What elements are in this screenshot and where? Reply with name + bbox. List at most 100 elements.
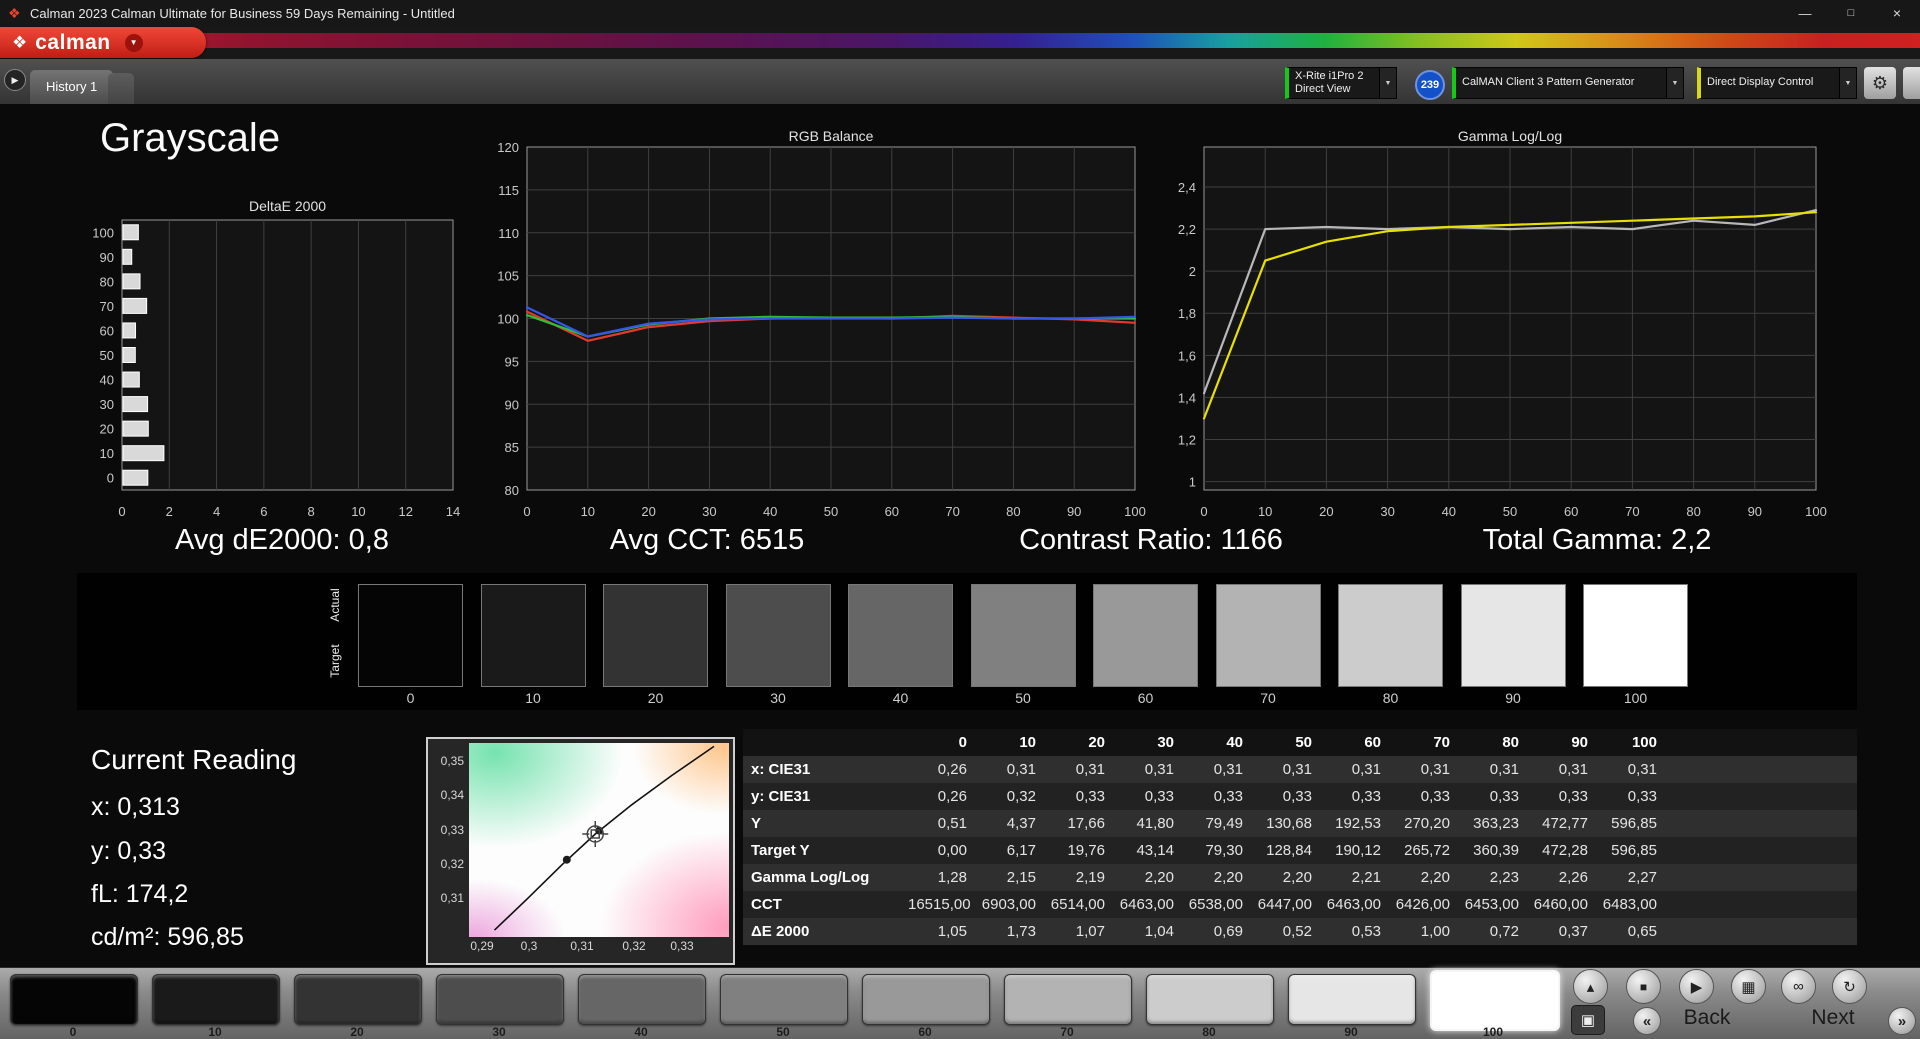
target-axis-label: Target: [328, 644, 342, 678]
back-button[interactable]: Back: [1662, 1006, 1752, 1030]
play-button[interactable]: ▶: [1679, 969, 1714, 1004]
svg-text:90: 90: [505, 397, 519, 412]
table-cell-value: 363,23: [1473, 815, 1519, 832]
level-patch-button-10[interactable]: [152, 974, 280, 1025]
continuous-read-button[interactable]: ∞: [1781, 969, 1816, 1004]
table-cell-value: 43,14: [1136, 842, 1174, 859]
table-cell-value: 0,26: [937, 761, 967, 778]
next-arrow-button[interactable]: »: [1888, 1007, 1916, 1035]
meter-caret-icon[interactable]: ▼: [1379, 68, 1396, 98]
display-control-selector[interactable]: Direct Display Control ▼: [1697, 67, 1857, 99]
level-patch-button-50[interactable]: [720, 974, 848, 1025]
table-column-header: 60: [1364, 734, 1381, 751]
svg-text:2: 2: [1189, 264, 1196, 279]
grayscale-swatch-100: [1583, 584, 1688, 687]
level-patch-button-100[interactable]: [1430, 970, 1560, 1031]
table-column-header: 30: [1157, 734, 1174, 751]
table-cell-value: 360,39: [1473, 842, 1519, 859]
stat-contrast-ratio: Contrast Ratio: 1166: [1019, 524, 1283, 556]
svg-text:100: 100: [1805, 504, 1827, 519]
save-button[interactable]: ▦: [1731, 969, 1766, 1004]
table-cell-value: 0,69: [1213, 923, 1243, 940]
swatch-label-0: 0: [406, 690, 415, 706]
svg-text:10: 10: [1258, 504, 1272, 519]
table-row-label: y: CIE31: [751, 788, 811, 805]
close-button[interactable]: ×: [1874, 0, 1920, 27]
table-cell-value: 270,20: [1404, 815, 1450, 832]
stat-avg-cct: Avg CCT: 6515: [609, 524, 805, 556]
grayscale-swatch-50: [970, 584, 1076, 687]
svg-text:60: 60: [1564, 504, 1578, 519]
table-row: Target Y 0,00 6,17 19,76 43,14 79,30 128,84 190…: [743, 837, 1857, 864]
edge-button-sliver[interactable]: [1903, 67, 1920, 99]
current-reading-title: Current Reading: [91, 744, 297, 775]
cie-x-tick: 0,32: [622, 939, 646, 953]
table-cell-value: 130,68: [1266, 815, 1312, 832]
grayscale-swatch-strip: Actual Target 0 10 20 30 40 50 60 70 80 90 100: [77, 573, 1857, 710]
level-patch-button-80[interactable]: [1146, 974, 1274, 1025]
patch-label-30: 30: [492, 1025, 506, 1039]
cie-x-tick: 0,3: [520, 939, 538, 953]
level-patch-button-20[interactable]: [294, 974, 422, 1025]
pattern-generator-caret-icon[interactable]: ▼: [1666, 68, 1683, 98]
tab-history-1[interactable]: History 1: [30, 70, 114, 104]
meter-selector[interactable]: X-Rite i1Pro 2 Direct View ▼: [1285, 67, 1397, 99]
tab-nav-button[interactable]: ▶: [4, 69, 26, 91]
refresh-button[interactable]: ↻: [1832, 969, 1867, 1004]
table-cell-value: 1,04: [1144, 923, 1174, 940]
swatch-label-20: 20: [647, 690, 664, 706]
layout-button[interactable]: ▣: [1571, 1005, 1605, 1035]
table-row: Y 0,51 4,37 17,66 41,80 79,49 130,68 192,53 270,…: [743, 810, 1857, 837]
table-row: CCT 16515,00 6903,00 6514,00 6463,00 6538,00 6…: [743, 891, 1857, 918]
table-column-header: 50: [1295, 734, 1312, 751]
level-patch-button-70[interactable]: [1004, 974, 1132, 1025]
display-control-caret-icon[interactable]: ▼: [1839, 68, 1856, 98]
level-patch-button-90[interactable]: [1288, 974, 1416, 1025]
rainbow-strip: [0, 33, 1920, 48]
table-column-header: 0: [958, 734, 967, 751]
back-arrow-button[interactable]: «: [1633, 1007, 1661, 1035]
table-cell-value: 2,26: [1558, 869, 1588, 886]
level-patch-button-0[interactable]: [10, 974, 138, 1025]
settings-gear-button[interactable]: ⚙: [1864, 67, 1896, 99]
table-cell-value: 2,20: [1144, 869, 1174, 886]
table-row-label: ΔE 2000: [751, 923, 810, 940]
svg-text:50: 50: [824, 504, 838, 519]
pattern-generator-selector[interactable]: CalMAN Client 3 Pattern Generator ▼: [1452, 67, 1684, 99]
patch-label-40: 40: [634, 1025, 648, 1039]
tab-stub[interactable]: [108, 73, 134, 104]
table-cell-value: 2,20: [1282, 869, 1312, 886]
eject-button[interactable]: ▴: [1573, 969, 1608, 1004]
svg-text:60: 60: [885, 504, 899, 519]
level-patch-button-30[interactable]: [436, 974, 564, 1025]
table-cell-value: 1,07: [1075, 923, 1105, 940]
svg-text:30: 30: [702, 504, 716, 519]
grayscale-swatch-60: [1093, 584, 1198, 687]
svg-text:60: 60: [100, 323, 114, 338]
svg-text:100: 100: [92, 225, 114, 240]
svg-text:80: 80: [100, 274, 114, 289]
cie-y-tick: 0,32: [440, 856, 464, 871]
level-patch-button-60[interactable]: [862, 974, 990, 1025]
actual-axis-label: Actual: [328, 588, 342, 622]
svg-text:110: 110: [498, 226, 519, 241]
stop-button[interactable]: ■: [1626, 969, 1661, 1004]
next-button[interactable]: Next: [1788, 1006, 1878, 1030]
table-column-header: 40: [1226, 734, 1243, 751]
maximize-button[interactable]: □: [1828, 0, 1874, 27]
grayscale-swatch-10: [480, 584, 586, 687]
svg-text:10: 10: [581, 504, 595, 519]
table-row-label: CCT: [751, 896, 782, 913]
logo-caret-icon[interactable]: ▼: [124, 33, 143, 52]
calman-logo-menu[interactable]: ❖ calman ▼: [0, 27, 206, 58]
brand-row: ❖ calman ▼: [0, 27, 1920, 59]
table-cell-value: 596,85: [1611, 815, 1657, 832]
table-cell-value: 1,00: [1420, 923, 1450, 940]
level-patch-button-40[interactable]: [578, 974, 706, 1025]
minimize-button[interactable]: —: [1782, 0, 1828, 27]
svg-text:20: 20: [100, 422, 114, 437]
table-column-header: 70: [1433, 734, 1450, 751]
swatch-label-10: 10: [525, 690, 541, 706]
table-column-header: 90: [1571, 734, 1588, 751]
swatch-label-100: 100: [1623, 690, 1648, 706]
